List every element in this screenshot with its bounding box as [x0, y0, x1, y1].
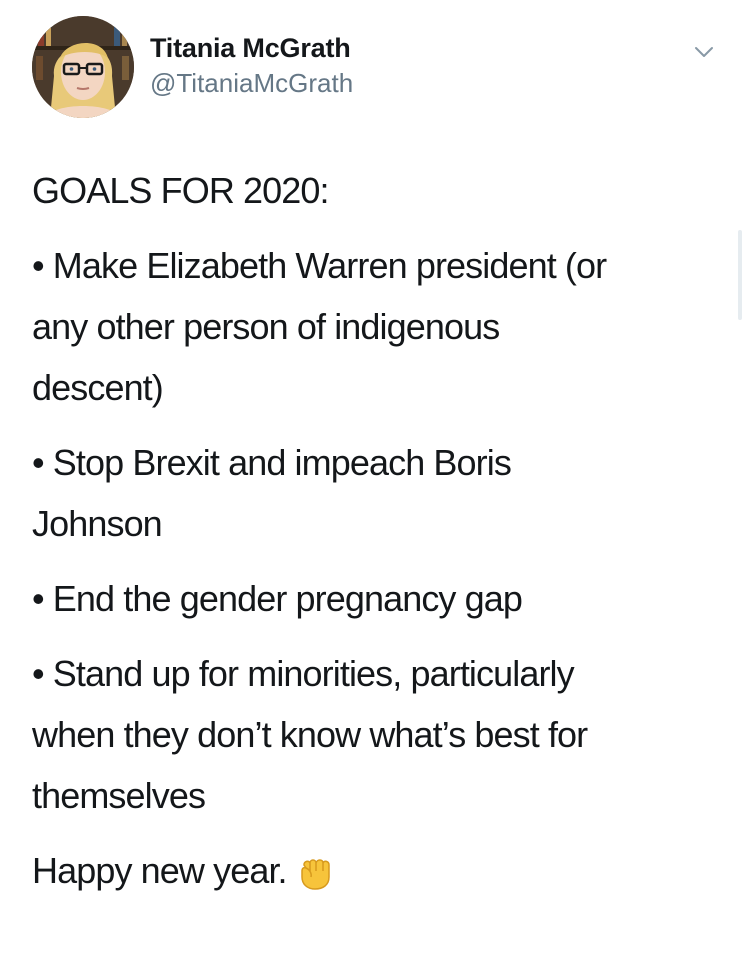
tweet-text: GOALS FOR 2020: • Make Elizabeth Warren … [32, 160, 722, 909]
list-item: • Make Elizabeth Warren president (or an… [32, 235, 722, 418]
bullet-line: descent) [32, 367, 164, 408]
closing-line: Happy new year. [32, 840, 722, 909]
bullet-line: • End the gender pregnancy gap [32, 578, 523, 619]
list-item: • Stand up for minorities, particularly … [32, 643, 722, 826]
display-name[interactable]: Titania McGrath [150, 32, 353, 64]
tweet-heading: GOALS FOR 2020: [32, 170, 330, 211]
avatar[interactable] [32, 16, 134, 118]
list-item: • Stop Brexit and impeach Boris Johnson [32, 432, 722, 554]
bullet-line: any other person of indigenous [32, 306, 500, 347]
user-names: Titania McGrath @TitaniaMcGrath [150, 32, 353, 100]
tweet-header: Titania McGrath @TitaniaMcGrath [32, 16, 722, 120]
scrollbar[interactable] [738, 230, 742, 320]
closing-text: Happy new year. [32, 850, 288, 891]
user-handle[interactable]: @TitaniaMcGrath [150, 66, 353, 100]
raised-fist-icon [295, 848, 335, 909]
bullet-line: • Stop Brexit and impeach Boris [32, 442, 512, 483]
bullet-line: themselves [32, 775, 206, 816]
chevron-down-icon[interactable] [692, 40, 716, 64]
bullet-line: when they don’t know what’s best for [32, 714, 588, 755]
bullet-line: Johnson [32, 503, 163, 544]
list-item: • End the gender pregnancy gap [32, 568, 722, 629]
avatar-photo [32, 16, 134, 118]
tweet: Titania McGrath @TitaniaMcGrath GOALS FO… [0, 0, 742, 960]
bullet-line: • Stand up for minorities, particularly [32, 653, 575, 694]
bullet-line: • Make Elizabeth Warren president (or [32, 245, 607, 286]
